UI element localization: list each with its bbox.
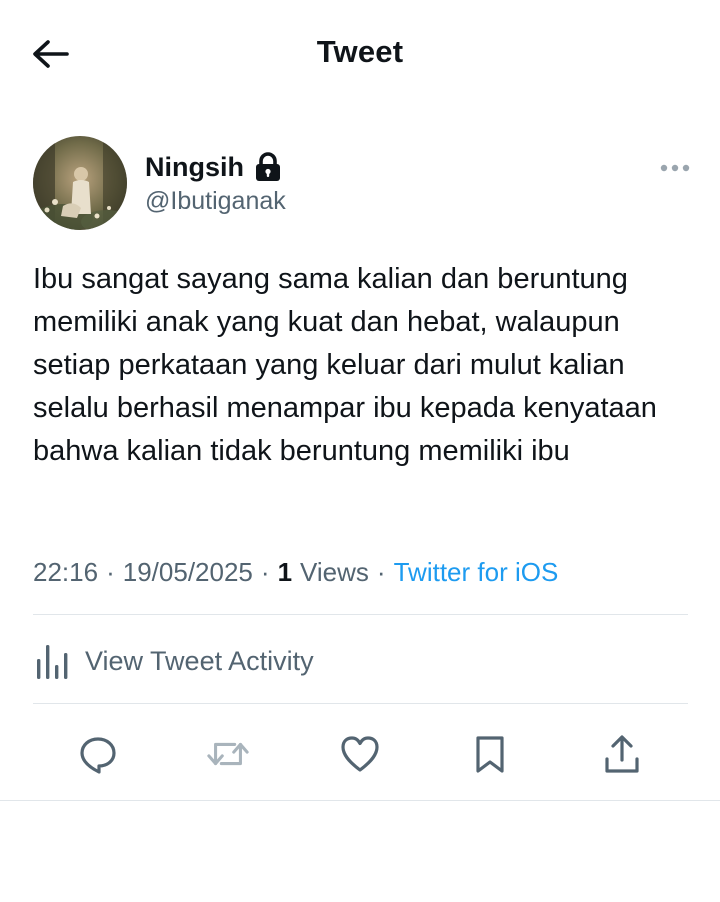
reply-button[interactable] — [76, 732, 120, 776]
tweet-source-link[interactable]: Twitter for iOS — [394, 557, 559, 588]
bookmark-icon — [476, 736, 504, 773]
view-tweet-activity-label: View Tweet Activity — [85, 645, 314, 676]
views-label: Views — [300, 556, 369, 587]
analytics-bars-icon — [37, 645, 68, 679]
retweet-button[interactable] — [206, 732, 250, 776]
reply-bubble-icon — [80, 737, 116, 774]
avatar-photo — [33, 136, 127, 230]
more-dots-icon — [660, 164, 690, 172]
tweet-action-bar — [0, 722, 720, 784]
lock-icon — [256, 152, 280, 181]
top-bar: Tweet — [0, 0, 720, 104]
meta-separator: · — [106, 556, 115, 587]
views-count: 1 — [277, 556, 293, 587]
divider — [0, 800, 720, 801]
like-button[interactable] — [338, 732, 382, 776]
more-options-button[interactable] — [658, 156, 692, 180]
meta-separator: · — [376, 556, 386, 587]
tweet-meta: 22:16 · 19/05/2025 · 1 Views · Twitter f… — [33, 553, 558, 591]
author-name-row[interactable]: Ningsih — [145, 150, 282, 184]
view-tweet-activity-link[interactable]: View Tweet Activity — [33, 636, 314, 686]
page-title: Tweet — [316, 34, 404, 69]
retweet-icon — [207, 742, 249, 766]
author-handle[interactable]: @Ibutiganak — [145, 187, 286, 216]
author-display-name: Ningsih — [145, 151, 244, 182]
meta-separator: · — [260, 556, 270, 587]
share-button[interactable] — [600, 732, 644, 776]
tweet-text: Ibu sangat sayang sama kalian dan berunt… — [33, 263, 657, 467]
divider — [33, 703, 688, 704]
bookmark-button[interactable] — [468, 732, 512, 776]
tweet-time[interactable]: 22:16 — [33, 557, 98, 588]
share-upload-icon — [605, 735, 639, 773]
avatar[interactable] — [33, 136, 127, 230]
divider — [33, 614, 688, 615]
tweet-date[interactable]: 19/05/2025 — [123, 557, 253, 588]
heart-icon — [341, 736, 379, 772]
